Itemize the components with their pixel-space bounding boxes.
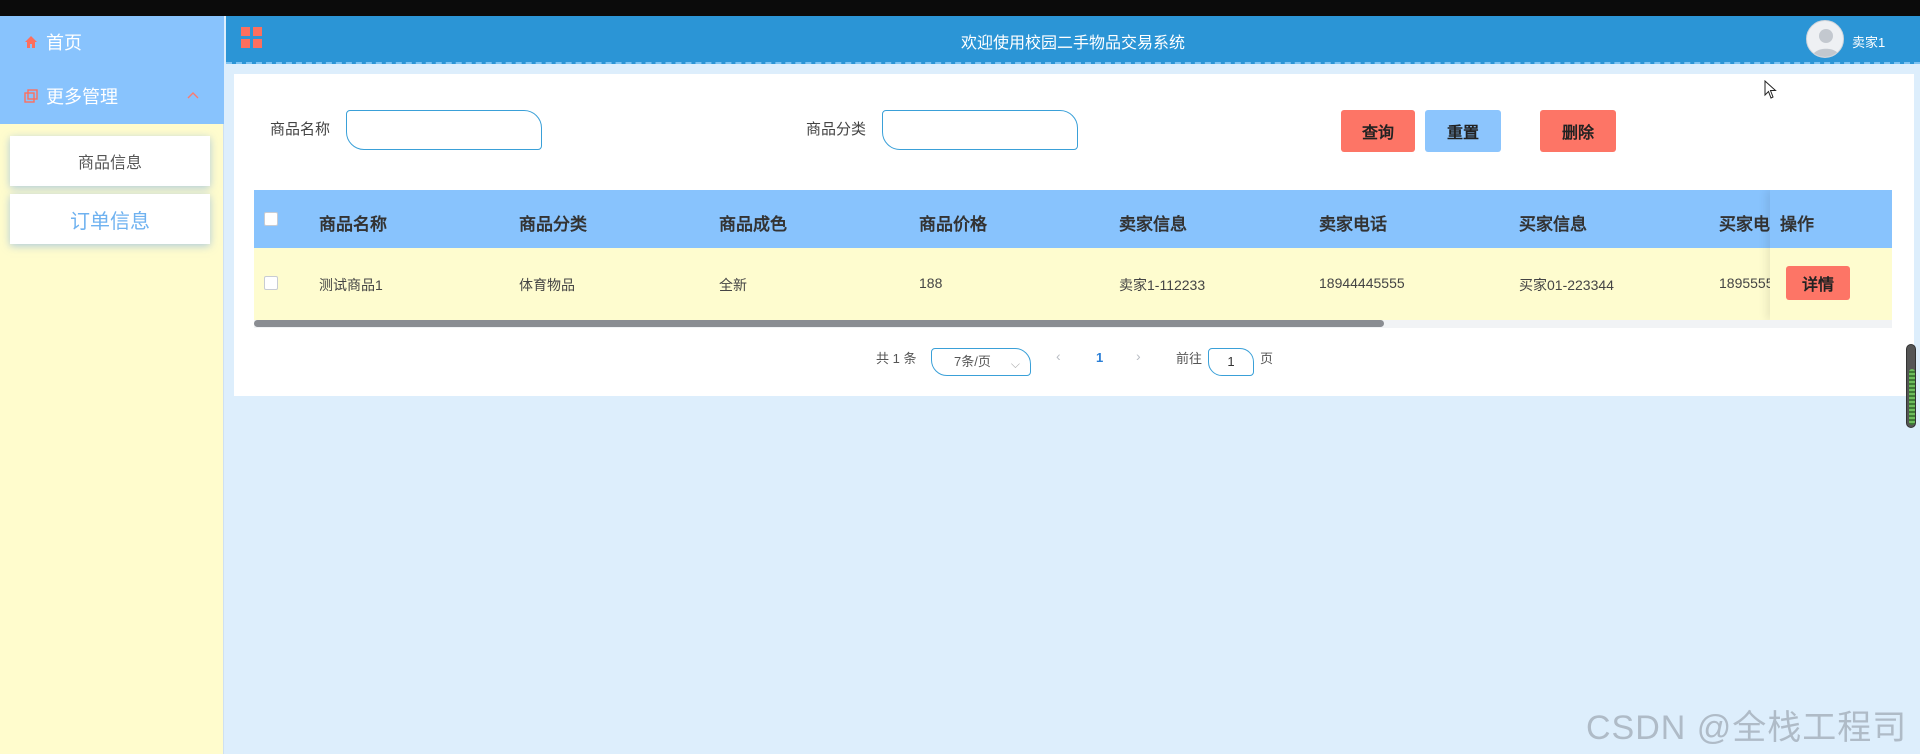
table-cell: 买家01-223344 (1519, 277, 1614, 293)
table-cell: 体育物品 (519, 277, 575, 293)
home-icon (22, 33, 40, 51)
sidebar-sub-item-order-info[interactable]: 订单信息 (10, 194, 210, 244)
table-cell: 188 (919, 275, 943, 291)
goto-page-input[interactable]: 1 (1208, 348, 1254, 376)
table-row[interactable]: 测试商品1 体育物品 全新 188 卖家1-112233 18944445555… (254, 248, 1892, 320)
operation-header: 操作 (1770, 190, 1892, 248)
goods-name-input[interactable] (346, 110, 542, 150)
sidebar-item-home-label: 首页 (46, 33, 82, 53)
column-header[interactable]: 卖家信息 (1119, 210, 1187, 235)
username[interactable]: 卖家1 (1852, 32, 1885, 51)
chevron-up-icon (184, 86, 202, 104)
sidebar-sub-item-label: 商品信息 (77, 155, 142, 172)
pagination-total: 共 1 条 (876, 351, 917, 366)
operation-cell: 详情 (1770, 248, 1892, 320)
sidebar-sub-item-label: 订单信息 (70, 210, 150, 233)
goods-name-label: 商品名称 (270, 121, 331, 138)
sidebar: 首页 更多管理 商品信息 订单信息 (0, 16, 224, 754)
delete-button[interactable]: 删除 (1540, 110, 1616, 152)
row-checkbox[interactable] (264, 276, 278, 290)
page-title: 欢迎使用校园二手物品交易系统 (960, 35, 1185, 52)
goods-list-panel: 商品名称 商品分类 查询 重置 删除 商品名称 商品分类 商品成色 商品价格 卖… (234, 74, 1914, 396)
table-header: 商品名称 商品分类 商品成色 商品价格 卖家信息 卖家电话 买家信息 买家电话 (254, 190, 1892, 248)
page-size-value: 7条/页 (954, 354, 991, 369)
table-cell: 全新 (719, 277, 747, 293)
column-header[interactable]: 商品分类 (519, 210, 587, 235)
sidebar-item-more-label: 更多管理 (46, 87, 118, 107)
mouse-cursor-icon (1764, 80, 1777, 99)
sidebar-item-home[interactable]: 首页 (0, 16, 224, 68)
sidebar-item-more-management[interactable]: 更多管理 (0, 70, 224, 122)
table-cell: 测试商品1 (319, 277, 383, 293)
column-header[interactable]: 商品价格 (919, 210, 987, 235)
query-button[interactable]: 查询 (1341, 110, 1415, 152)
top-header: 欢迎使用校园二手物品交易系统 卖家1 (226, 16, 1920, 64)
select-all-checkbox[interactable] (264, 212, 278, 226)
table-cell: 18944445555 (1319, 275, 1405, 291)
top-black-strip (0, 0, 1920, 16)
goods-category-label: 商品分类 (806, 121, 867, 138)
table-cell: 卖家1-112233 (1119, 277, 1206, 293)
copy-icon (22, 87, 40, 105)
reset-button[interactable]: 重置 (1425, 110, 1501, 152)
sidebar-sub-item-goods-info[interactable]: 商品信息 (10, 136, 210, 186)
goods-table: 商品名称 商品分类 商品成色 商品价格 卖家信息 卖家电话 买家信息 买家电话 … (254, 190, 1892, 330)
page-suffix: 页 (1260, 351, 1274, 366)
goto-label: 前往 (1176, 351, 1203, 366)
column-header[interactable]: 商品成色 (719, 210, 787, 235)
current-page-number[interactable]: 1 (1096, 350, 1103, 365)
horizontal-scrollbar-thumb[interactable] (254, 320, 1384, 327)
watermark: CSDN @全栈工程司 (1586, 709, 1908, 747)
page-size-select[interactable]: 7条/页 ⌵ (931, 348, 1031, 376)
vertical-scroll-indicator[interactable] (1906, 344, 1916, 428)
column-header[interactable]: 买家信息 (1519, 210, 1587, 235)
next-page-icon[interactable]: › (1136, 348, 1141, 364)
column-header[interactable]: 商品名称 (319, 210, 387, 235)
detail-button[interactable]: 详情 (1786, 266, 1850, 300)
operation-column: 操作 详情 (1770, 190, 1892, 320)
goods-category-input[interactable] (882, 110, 1078, 150)
column-header[interactable]: 卖家电话 (1319, 210, 1387, 235)
avatar[interactable] (1806, 20, 1844, 58)
column-header-operation: 操作 (1780, 215, 1814, 234)
chevron-down-icon: ⌵ (1010, 357, 1020, 371)
prev-page-icon[interactable]: ‹ (1056, 348, 1061, 364)
